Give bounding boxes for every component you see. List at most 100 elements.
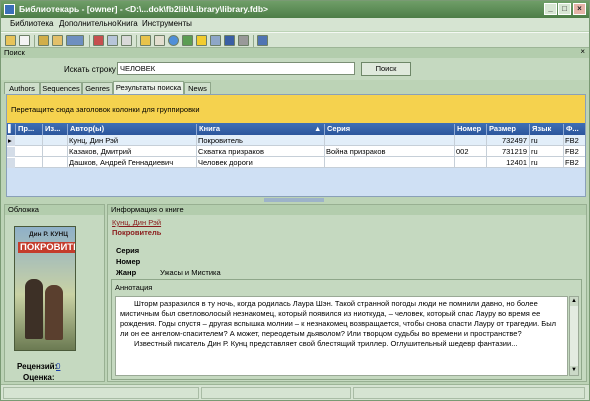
status-bar bbox=[1, 384, 589, 400]
row-indicator-header: ▌ bbox=[8, 124, 14, 133]
menu-library[interactable]: Библиотека bbox=[10, 19, 54, 28]
annotation-text[interactable]: Шторм разразился в ту ночь, когда родила… bbox=[115, 296, 568, 376]
document-icon[interactable] bbox=[121, 35, 132, 46]
menu-tools[interactable]: Инструменты bbox=[142, 19, 192, 28]
current-row-indicator-icon: ▸ bbox=[7, 136, 15, 146]
col-header-author[interactable]: Автор(ы) bbox=[67, 124, 196, 135]
annotation-scrollbar[interactable]: ▲ ▼ bbox=[569, 296, 579, 376]
settings-icon[interactable] bbox=[257, 35, 268, 46]
column-divider bbox=[486, 135, 487, 168]
menu-bar: Библиотека Дополнительно Книга Инструмен… bbox=[1, 18, 589, 31]
book-author-link[interactable]: Кунц, Дин Рэй bbox=[112, 218, 161, 227]
menu-additional[interactable]: Дополнительно bbox=[59, 19, 117, 28]
cell-size: 12401 bbox=[506, 158, 527, 167]
scroll-down-icon[interactable]: ▼ bbox=[570, 366, 578, 375]
sort-asc-icon: ▲ bbox=[314, 124, 322, 133]
cell-book: Покровитель bbox=[198, 136, 243, 145]
col-header-read[interactable]: Пр... bbox=[15, 124, 42, 135]
column-divider bbox=[42, 135, 43, 168]
cell-series bbox=[324, 136, 454, 146]
open-icon[interactable] bbox=[5, 35, 16, 46]
view-dropdown-icon[interactable] bbox=[66, 35, 84, 46]
cover-panel: Обложка Дин Р. КУНЦ ПОКРОВИТЕЛЬ Рецензий… bbox=[4, 204, 105, 382]
tab-genres[interactable]: Genres bbox=[82, 82, 113, 94]
toolbar-separator bbox=[34, 35, 35, 47]
cell-lang: ru bbox=[531, 158, 538, 167]
group-by-area[interactable]: Перетащите сюда заголовок колонки для гр… bbox=[7, 95, 585, 123]
search-panel: Поиск × Искать строку ЧЕЛОВЕК Поиск bbox=[1, 47, 589, 80]
close-button[interactable]: × bbox=[573, 3, 586, 15]
cell-lang: ru bbox=[531, 136, 538, 145]
title-bar[interactable]: Библиотекарь - [owner] - <D:\...dok\fb2l… bbox=[1, 1, 589, 18]
row-indicator bbox=[7, 147, 15, 157]
reviews-count-link[interactable]: 0 bbox=[56, 362, 60, 371]
row-indicator bbox=[7, 158, 15, 168]
tab-sequences[interactable]: Sequences bbox=[40, 82, 82, 94]
tools-icon[interactable] bbox=[238, 35, 249, 46]
col-header-fav[interactable]: Из... bbox=[42, 124, 67, 135]
column-divider bbox=[563, 135, 564, 168]
genre-value: Ужасы и Мистика bbox=[160, 268, 221, 277]
table-row[interactable]: Дашков, Андрей Геннадиевич Человек дорог… bbox=[7, 157, 585, 168]
import-icon[interactable] bbox=[38, 35, 49, 46]
col-header-size[interactable]: Размер bbox=[486, 124, 529, 135]
cover-figure bbox=[25, 279, 43, 339]
number-label: Номер bbox=[116, 257, 141, 266]
col-header-book[interactable]: Книга ▲ bbox=[196, 124, 324, 135]
cell-format: FB2 bbox=[565, 158, 579, 167]
cell-size: 731219 bbox=[501, 147, 527, 156]
genre-label: Жанр bbox=[116, 268, 137, 277]
book-cover-image[interactable]: Дин Р. КУНЦ ПОКРОВИТЕЛЬ bbox=[14, 226, 76, 351]
cell-series bbox=[324, 158, 454, 168]
cell-author: Дашков, Андрей Геннадиевич bbox=[69, 158, 174, 167]
book-info-header: Информация о книге bbox=[108, 205, 586, 215]
group-by-hint: Перетащите сюда заголовок колонки для гр… bbox=[11, 105, 200, 114]
edit-icon[interactable] bbox=[140, 35, 151, 46]
scroll-up-icon[interactable]: ▲ bbox=[570, 297, 578, 306]
column-divider bbox=[454, 135, 455, 168]
status-cell bbox=[3, 387, 199, 399]
table-row[interactable]: ▸ Кунц, Дин Рэй Покровитель 732497 ru FB… bbox=[7, 135, 585, 146]
new-icon[interactable] bbox=[19, 35, 30, 46]
status-cell bbox=[353, 387, 585, 399]
search-button[interactable]: Поиск bbox=[361, 62, 411, 76]
col-header-book-label: Книга bbox=[199, 124, 221, 133]
maximize-button[interactable]: □ bbox=[558, 3, 571, 15]
tab-authors[interactable]: Authors bbox=[4, 82, 40, 94]
minimize-button[interactable]: _ bbox=[544, 3, 557, 15]
col-header-format[interactable]: Ф... bbox=[563, 124, 585, 135]
cell-size: 732497 bbox=[501, 136, 527, 145]
copy-icon[interactable] bbox=[154, 35, 165, 46]
close-search-icon[interactable]: × bbox=[580, 47, 585, 56]
globe-icon[interactable] bbox=[168, 35, 179, 46]
cell-number bbox=[454, 158, 486, 168]
export-icon[interactable] bbox=[210, 35, 221, 46]
splitter-handle[interactable] bbox=[264, 198, 324, 202]
book-icon[interactable] bbox=[224, 35, 235, 46]
tab-search-results[interactable]: Результаты поиска bbox=[113, 81, 184, 94]
series-label: Серия bbox=[116, 246, 140, 255]
tab-strip: Authors Sequences Genres Результаты поис… bbox=[1, 81, 589, 94]
cover-figure bbox=[45, 285, 63, 340]
toolbar-separator bbox=[136, 35, 137, 47]
toolbar-separator bbox=[253, 35, 254, 47]
table-row[interactable]: Казаков, Дмитрий Схватка призраков Война… bbox=[7, 146, 585, 157]
search-input[interactable]: ЧЕЛОВЕК bbox=[117, 62, 355, 75]
cell-series: Война призраков bbox=[326, 147, 386, 156]
menu-book[interactable]: Книга bbox=[117, 19, 138, 28]
column-divider bbox=[67, 135, 68, 168]
folder-icon[interactable] bbox=[52, 35, 63, 46]
col-header-lang[interactable]: Язык bbox=[529, 124, 563, 135]
cell-number bbox=[454, 136, 486, 146]
device-icon[interactable] bbox=[107, 35, 118, 46]
col-header-number[interactable]: Номер bbox=[454, 124, 486, 135]
refresh-icon[interactable] bbox=[182, 35, 193, 46]
rating-label: Оценка: bbox=[23, 373, 55, 382]
col-header-series[interactable]: Серия bbox=[324, 124, 454, 135]
star-icon[interactable] bbox=[196, 35, 207, 46]
toolbar-separator bbox=[89, 35, 90, 47]
cell-number: 002 bbox=[456, 147, 469, 156]
tab-news[interactable]: News bbox=[184, 82, 211, 94]
cell-author: Кунц, Дин Рэй bbox=[69, 136, 119, 145]
read-icon[interactable] bbox=[93, 35, 104, 46]
